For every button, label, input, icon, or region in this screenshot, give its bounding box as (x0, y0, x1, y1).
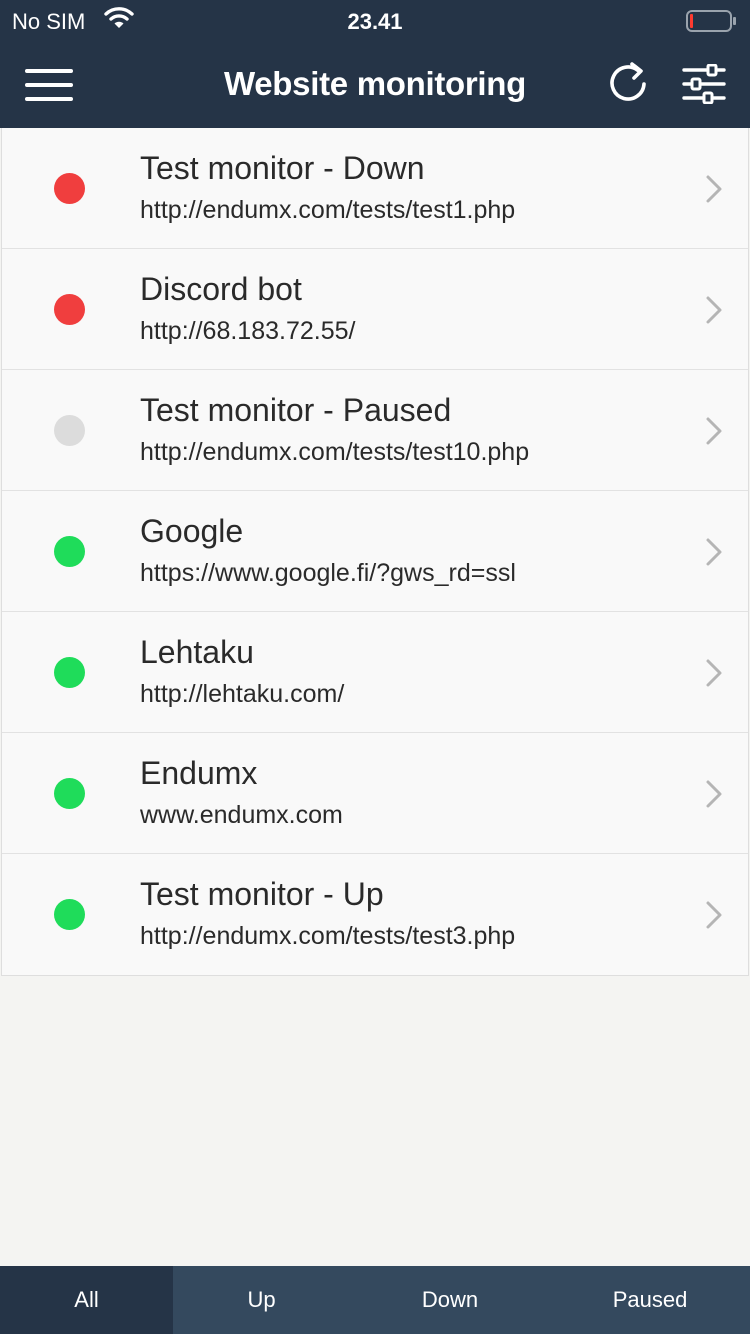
monitor-name: Endumx (140, 755, 258, 791)
status-dot-up (54, 657, 85, 688)
top-bar: No SIM 23.41 Website monitoring (0, 0, 750, 128)
chevron-right-icon (704, 537, 724, 567)
monitor-name: Test monitor - Paused (140, 392, 452, 428)
monitor-row[interactable]: Discord bot http://68.183.72.55/ (2, 249, 748, 370)
chevron-right-icon (704, 779, 724, 809)
monitor-url: https://www.google.fi/?gws_rd=ssl (140, 559, 516, 587)
chevron-right-icon (704, 295, 724, 325)
chevron-right-icon (704, 658, 724, 688)
sliders-icon[interactable] (682, 63, 726, 105)
monitor-url: http://endumx.com/tests/test10.php (140, 438, 530, 466)
status-dot-paused (54, 415, 85, 446)
tab-paused[interactable]: Paused (550, 1266, 750, 1334)
battery-low-icon (686, 10, 738, 38)
tab-down[interactable]: Down (350, 1266, 550, 1334)
status-dot-down (54, 173, 85, 204)
status-dot-up (54, 536, 85, 567)
navigation-bar: Website monitoring (0, 40, 750, 128)
monitor-list: Test monitor - Down http://endumx.com/te… (1, 128, 749, 976)
monitor-name: Discord bot (140, 271, 302, 307)
status-dot-up (54, 899, 85, 930)
monitor-row[interactable]: Endumx www.endumx.com (2, 733, 748, 854)
filter-tab-bar: All Up Down Paused (0, 1266, 750, 1334)
monitor-name: Test monitor - Up (140, 876, 384, 912)
clock: 23.41 (347, 9, 403, 34)
monitor-row[interactable]: Lehtaku http://lehtaku.com/ (2, 612, 748, 733)
status-dot-up (54, 778, 85, 809)
tab-up[interactable]: Up (173, 1266, 350, 1334)
monitor-url: http://endumx.com/tests/test1.php (140, 196, 516, 224)
monitor-name: Test monitor - Down (140, 150, 425, 186)
monitor-name: Lehtaku (140, 634, 254, 670)
status-bar: No SIM 23.41 (0, 0, 750, 40)
monitor-url: http://68.183.72.55/ (140, 317, 356, 345)
monitor-url: www.endumx.com (140, 801, 343, 829)
status-dot-down (54, 294, 85, 325)
monitor-url: http://endumx.com/tests/test3.php (140, 922, 516, 950)
monitor-row[interactable]: Test monitor - Down http://endumx.com/te… (2, 128, 748, 249)
tab-all[interactable]: All (0, 1266, 173, 1334)
chevron-right-icon (704, 174, 724, 204)
monitor-name: Google (140, 513, 244, 549)
chevron-right-icon (704, 900, 724, 930)
monitor-row[interactable]: Test monitor - Paused http://endumx.com/… (2, 370, 748, 491)
monitor-url: http://lehtaku.com/ (140, 680, 345, 708)
monitor-row[interactable]: Test monitor - Up http://endumx.com/test… (2, 854, 748, 975)
monitor-row[interactable]: Google https://www.google.fi/?gws_rd=ssl (2, 491, 748, 612)
refresh-icon[interactable] (606, 62, 650, 106)
chevron-right-icon (704, 416, 724, 446)
